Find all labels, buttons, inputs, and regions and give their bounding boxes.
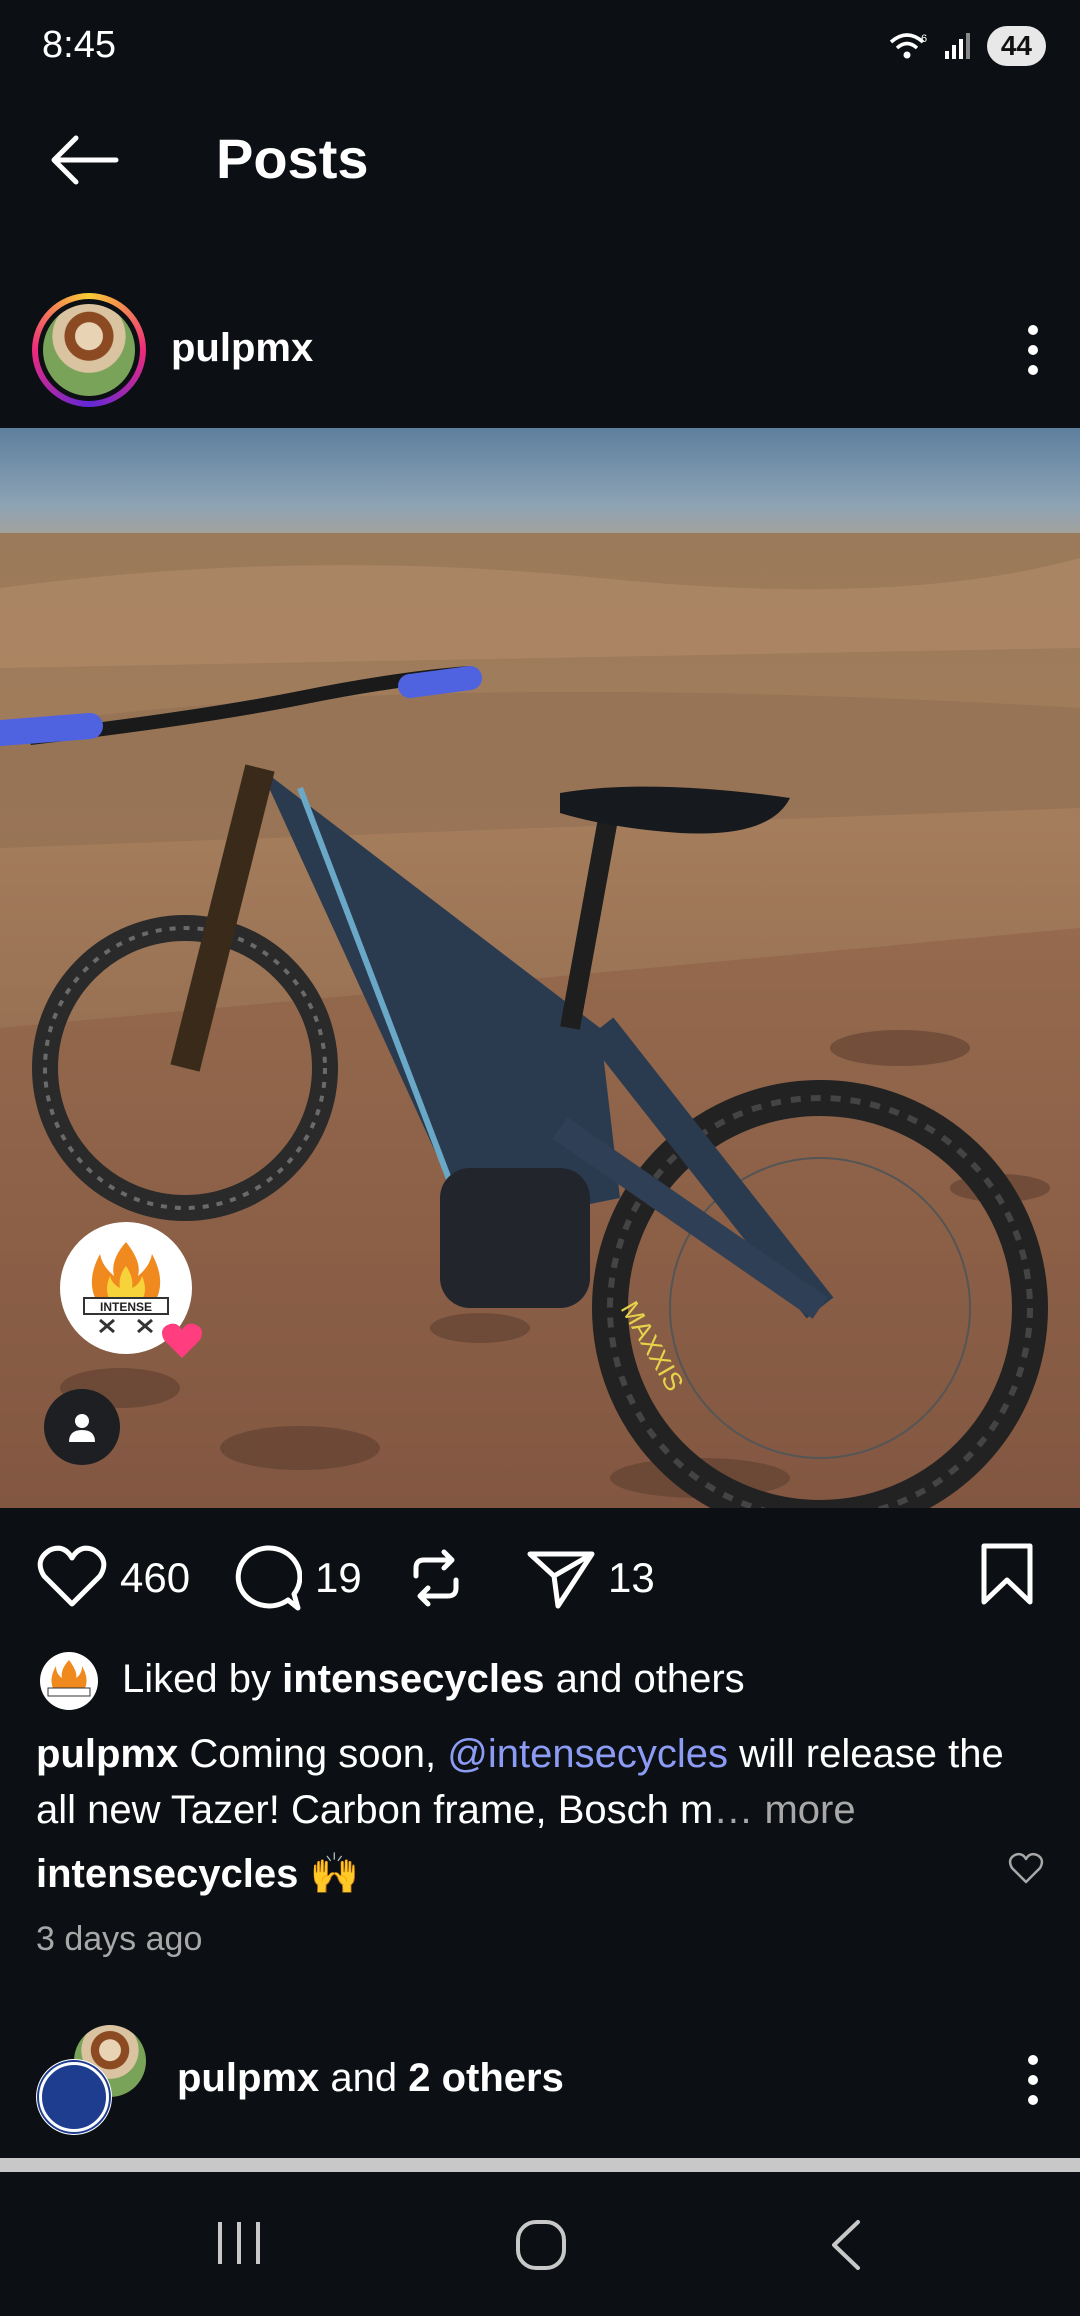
- next-post-image-edge: [0, 2158, 1080, 2172]
- system-nav-bar: [0, 2172, 1080, 2316]
- heart-icon[interactable]: [36, 1544, 108, 1608]
- next-post-avatars[interactable]: [36, 2025, 156, 2135]
- status-icons: 6 44: [889, 26, 1046, 66]
- comment-emoji: 🙌: [298, 1852, 360, 1896]
- repost-icon[interactable]: [404, 1546, 468, 1610]
- post-author-username[interactable]: pulpmx: [171, 326, 313, 371]
- likes-count[interactable]: 460: [120, 1554, 190, 1602]
- next-post-middle: and: [319, 2056, 409, 2100]
- recents-icon[interactable]: [214, 2218, 264, 2268]
- liked-by-suffix[interactable]: and others: [545, 1657, 745, 1701]
- tagged-people-button[interactable]: [44, 1389, 120, 1465]
- comments-count[interactable]: 19: [315, 1554, 362, 1602]
- liked-by-user[interactable]: intensecycles: [282, 1657, 544, 1701]
- post-author-avatar[interactable]: [32, 293, 146, 407]
- more-options-icon[interactable]: [1018, 322, 1048, 378]
- next-post-user[interactable]: pulpmx: [177, 2056, 319, 2100]
- tag-heart-icon: [162, 1323, 202, 1358]
- post-timestamp: 3 days ago: [36, 1920, 203, 1958]
- next-post-authors[interactable]: pulpmx and 2 others: [177, 2056, 564, 2101]
- battery-badge: 44: [986, 26, 1046, 66]
- caption-more-link[interactable]: more: [753, 1788, 855, 1832]
- home-icon[interactable]: [514, 2218, 568, 2272]
- page-title: Posts: [216, 127, 369, 190]
- post-action-bar: 460 19 13: [0, 1540, 1080, 1620]
- caption-mention[interactable]: @intensecycles: [447, 1732, 728, 1776]
- share-icon[interactable]: [526, 1546, 596, 1610]
- svg-text:6: 6: [921, 33, 927, 45]
- wifi-icon: 6: [889, 33, 927, 59]
- liked-by-prefix: Liked by: [122, 1657, 283, 1701]
- caption-text-1: Coming soon,: [178, 1732, 448, 1776]
- back-nav-icon[interactable]: [826, 2218, 866, 2272]
- next-post-others[interactable]: 2 others: [408, 2056, 564, 2100]
- caption-ellipsis: …: [713, 1788, 754, 1832]
- shares-count[interactable]: 13: [608, 1554, 655, 1602]
- next-post-more-icon[interactable]: [1018, 2052, 1048, 2108]
- back-arrow-icon[interactable]: [46, 130, 122, 190]
- brand-tag-logo-text: INTENSE: [100, 1300, 152, 1314]
- caption-username[interactable]: pulpmx: [36, 1732, 178, 1776]
- comment-username[interactable]: intensecycles: [36, 1852, 298, 1896]
- post-caption: pulpmx Coming soon, @intensecycles will …: [36, 1726, 1036, 1838]
- bookmark-icon[interactable]: [978, 1542, 1036, 1606]
- comment-like-heart-icon[interactable]: [1008, 1852, 1044, 1884]
- status-time: 8:45: [42, 24, 116, 66]
- person-icon: [69, 1414, 95, 1442]
- liked-by-avatar[interactable]: [40, 1652, 98, 1710]
- comment-icon[interactable]: [232, 1544, 302, 1614]
- top-comment[interactable]: intensecycles 🙌: [36, 1850, 359, 1897]
- signal-icon: [944, 33, 970, 59]
- liked-by-text[interactable]: Liked by intensecycles and others: [122, 1657, 745, 1702]
